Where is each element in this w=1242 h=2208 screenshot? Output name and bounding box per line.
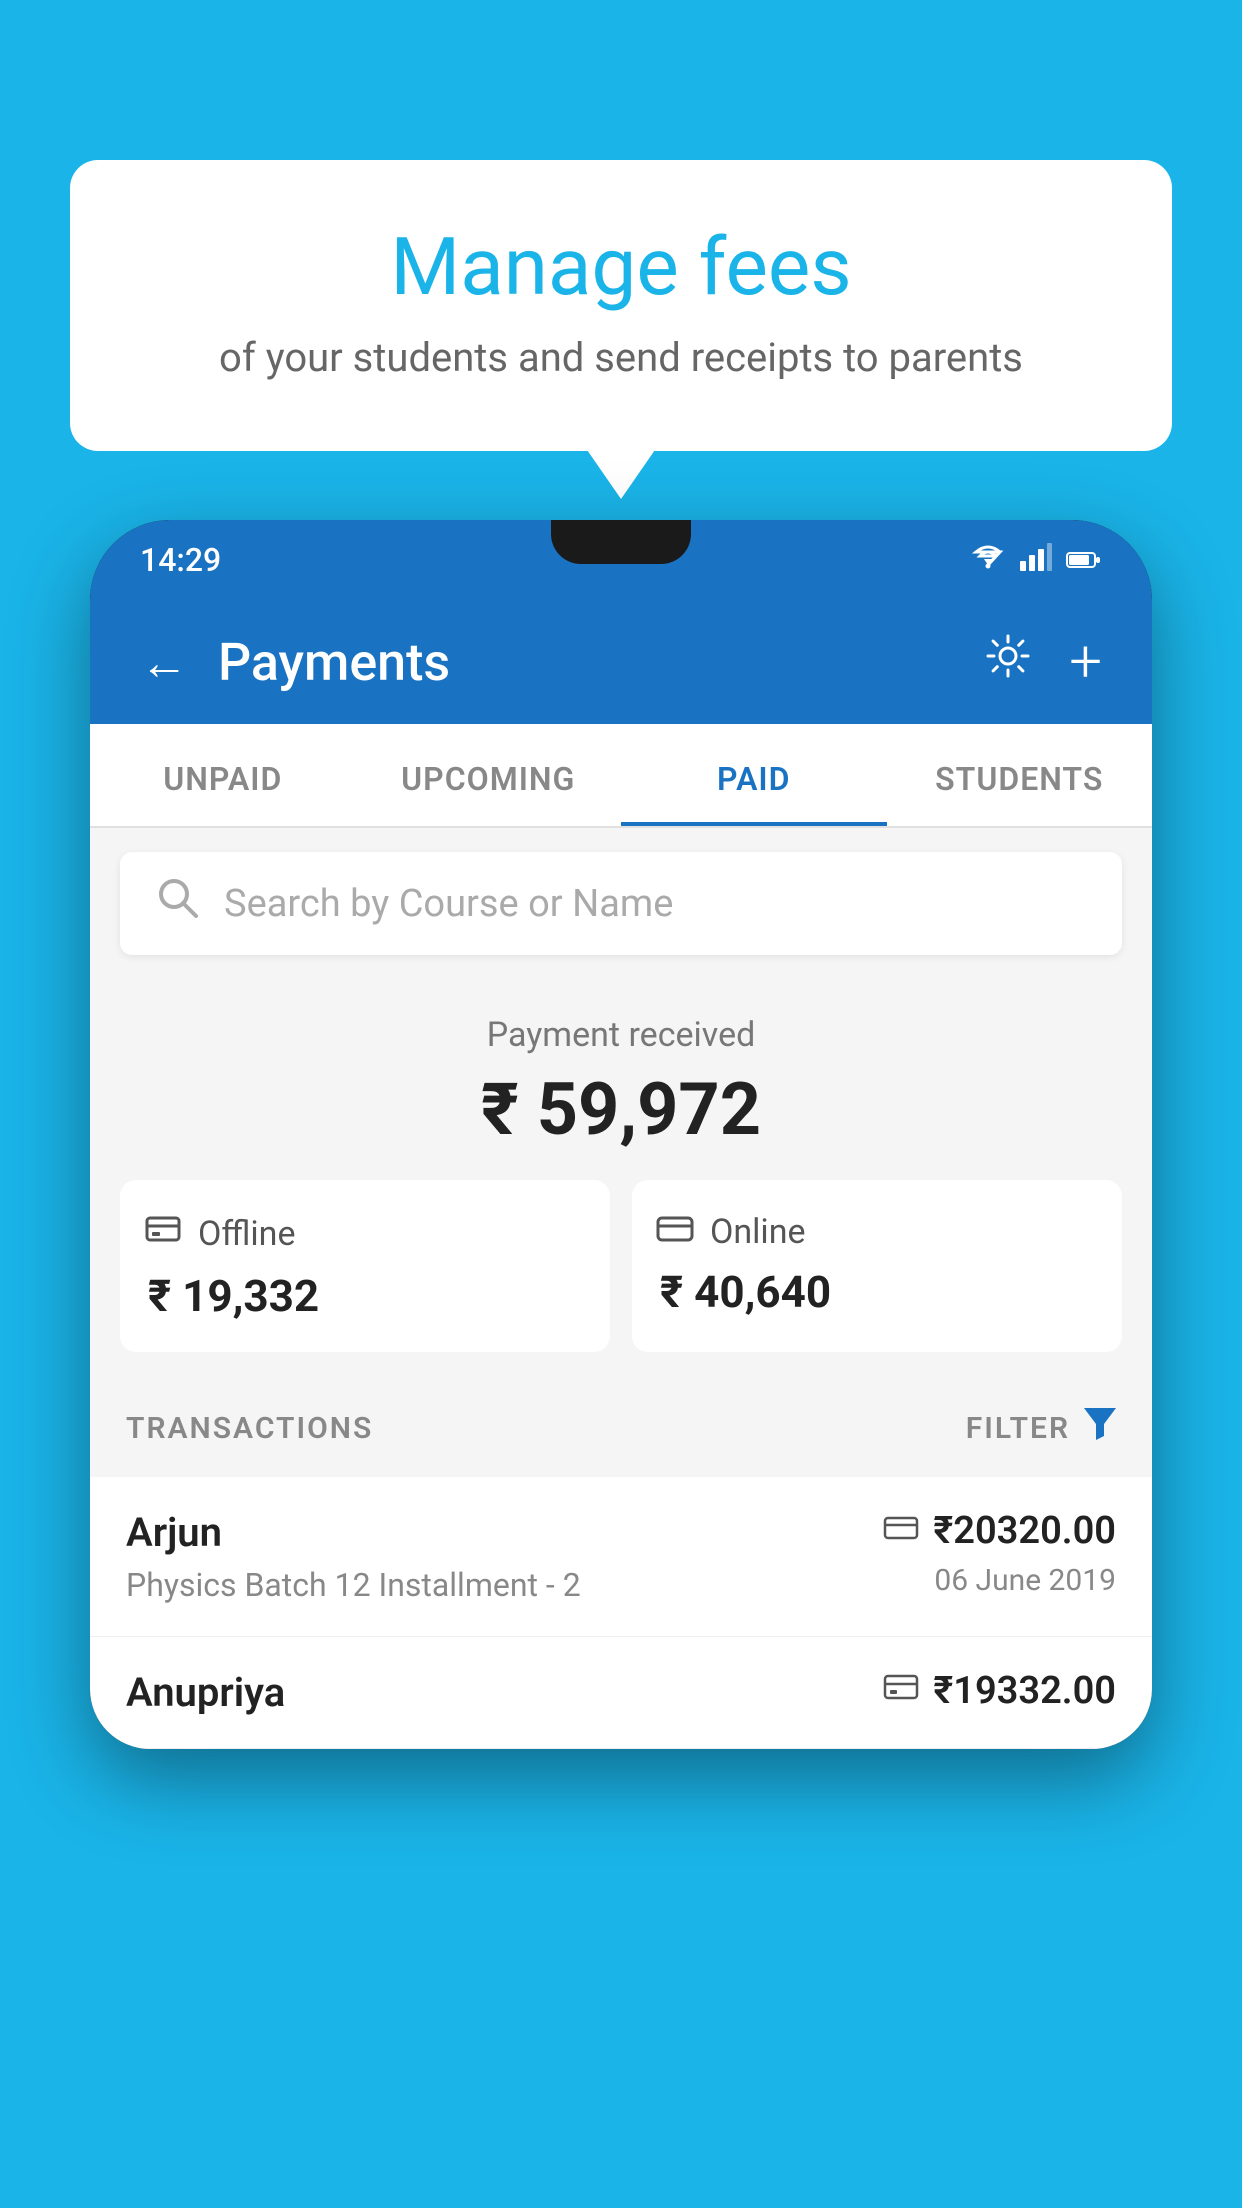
transaction-left: Anupriya	[126, 1669, 285, 1716]
bubble-title: Manage fees	[150, 220, 1092, 314]
transactions-header: TRANSACTIONS FILTER	[90, 1380, 1152, 1477]
table-row[interactable]: Arjun Physics Batch 12 Installment - 2 ₹…	[90, 1477, 1152, 1637]
transaction-left: Arjun Physics Batch 12 Installment - 2	[126, 1509, 581, 1604]
tab-unpaid[interactable]: UNPAID	[90, 724, 356, 826]
header-right: +	[983, 628, 1102, 696]
tab-upcoming[interactable]: UPCOMING	[356, 724, 622, 826]
transaction-date: 06 June 2019	[934, 1563, 1116, 1598]
page-title: Payments	[218, 632, 450, 693]
offline-payment-card: Offline ₹ 19,332	[120, 1180, 610, 1352]
transactions-label: TRANSACTIONS	[126, 1411, 373, 1446]
bubble-subtitle: of your students and send receipts to pa…	[150, 334, 1092, 381]
online-amount: ₹ 40,640	[656, 1266, 1098, 1318]
phone-notch	[551, 520, 691, 564]
filter-label: FILTER	[966, 1411, 1070, 1446]
tab-paid[interactable]: PAID	[621, 724, 887, 826]
transaction-name: Arjun	[126, 1509, 581, 1556]
transaction-course: Physics Batch 12 Installment - 2	[126, 1566, 581, 1604]
search-input[interactable]: Search by Course or Name	[224, 882, 673, 926]
header-left: ← Payments	[140, 632, 450, 693]
filter-icon	[1084, 1408, 1116, 1449]
status-bar: 14:29	[90, 520, 1152, 600]
transaction-name: Anupriya	[126, 1669, 285, 1716]
battery-icon	[1066, 544, 1102, 577]
tabs-bar: UNPAID UPCOMING PAID STUDENTS	[90, 724, 1152, 828]
offline-payment-icon	[883, 1672, 919, 1710]
transaction-amount-row: ₹19332.00	[883, 1669, 1116, 1713]
payment-received-label: Payment received	[120, 1015, 1122, 1055]
offline-icon	[144, 1210, 182, 1258]
offline-label: Offline	[198, 1214, 295, 1254]
settings-icon[interactable]	[983, 631, 1033, 694]
transaction-amount: ₹20320.00	[933, 1509, 1116, 1553]
payment-total-amount: ₹ 59,972	[120, 1067, 1122, 1152]
speech-bubble-section: Manage fees of your students and send re…	[70, 160, 1172, 451]
wifi-icon	[970, 543, 1006, 578]
phone-screen: 14:29	[90, 520, 1152, 1749]
search-icon	[156, 876, 200, 931]
payment-cards: Offline ₹ 19,332 Online	[120, 1180, 1122, 1352]
signal-icon	[1020, 543, 1052, 578]
transaction-right: ₹19332.00	[883, 1669, 1116, 1713]
app-header: ← Payments +	[90, 600, 1152, 724]
online-label: Online	[710, 1212, 806, 1252]
transaction-amount-row: ₹20320.00	[883, 1509, 1116, 1553]
transaction-amount: ₹19332.00	[933, 1669, 1116, 1713]
search-section: Search by Course or Name	[90, 828, 1152, 979]
offline-card-header: Offline	[144, 1210, 586, 1258]
transactions-list: Arjun Physics Batch 12 Installment - 2 ₹…	[90, 1477, 1152, 1749]
offline-amount: ₹ 19,332	[144, 1270, 586, 1322]
online-icon	[656, 1210, 694, 1254]
search-bar[interactable]: Search by Course or Name	[120, 852, 1122, 955]
payment-summary: Payment received ₹ 59,972 Offline	[90, 979, 1152, 1380]
tab-students[interactable]: STUDENTS	[887, 724, 1153, 826]
status-time: 14:29	[140, 541, 221, 579]
online-payment-card: Online ₹ 40,640	[632, 1180, 1122, 1352]
card-payment-icon	[883, 1512, 919, 1550]
add-button[interactable]: +	[1069, 628, 1102, 696]
transaction-right: ₹20320.00 06 June 2019	[883, 1509, 1116, 1598]
back-button[interactable]: ←	[140, 634, 188, 691]
filter-container[interactable]: FILTER	[966, 1408, 1116, 1449]
table-row[interactable]: Anupriya ₹19332.00	[90, 1637, 1152, 1749]
speech-bubble: Manage fees of your students and send re…	[70, 160, 1172, 451]
status-icons	[970, 543, 1102, 578]
phone-device: 14:29	[90, 520, 1152, 2208]
online-card-header: Online	[656, 1210, 1098, 1254]
